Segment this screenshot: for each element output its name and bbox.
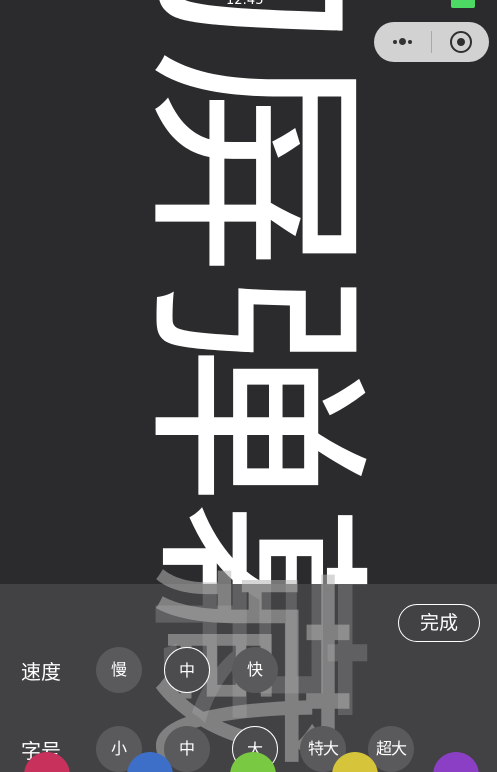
speed-option-fast[interactable]: 快 — [232, 647, 278, 693]
speed-option-slow[interactable]: 慢 — [96, 647, 142, 693]
done-button[interactable]: 完成 — [398, 604, 480, 642]
speed-label: 速度 — [21, 660, 61, 684]
target-circle-icon[interactable] — [432, 22, 489, 62]
mini-program-capsule — [374, 22, 489, 62]
settings-panel: 藏 完成 速度 慢 中 快 字号 小 中 大 特大 超大 — [0, 562, 497, 772]
danmaku-stage: 12:45 刀屏弹幕 藏 完成 速度 慢 中 快 字号 小 中 大 特大 超大 — [0, 0, 497, 772]
speed-option-medium[interactable]: 中 — [164, 647, 210, 693]
battery-icon — [451, 0, 475, 8]
